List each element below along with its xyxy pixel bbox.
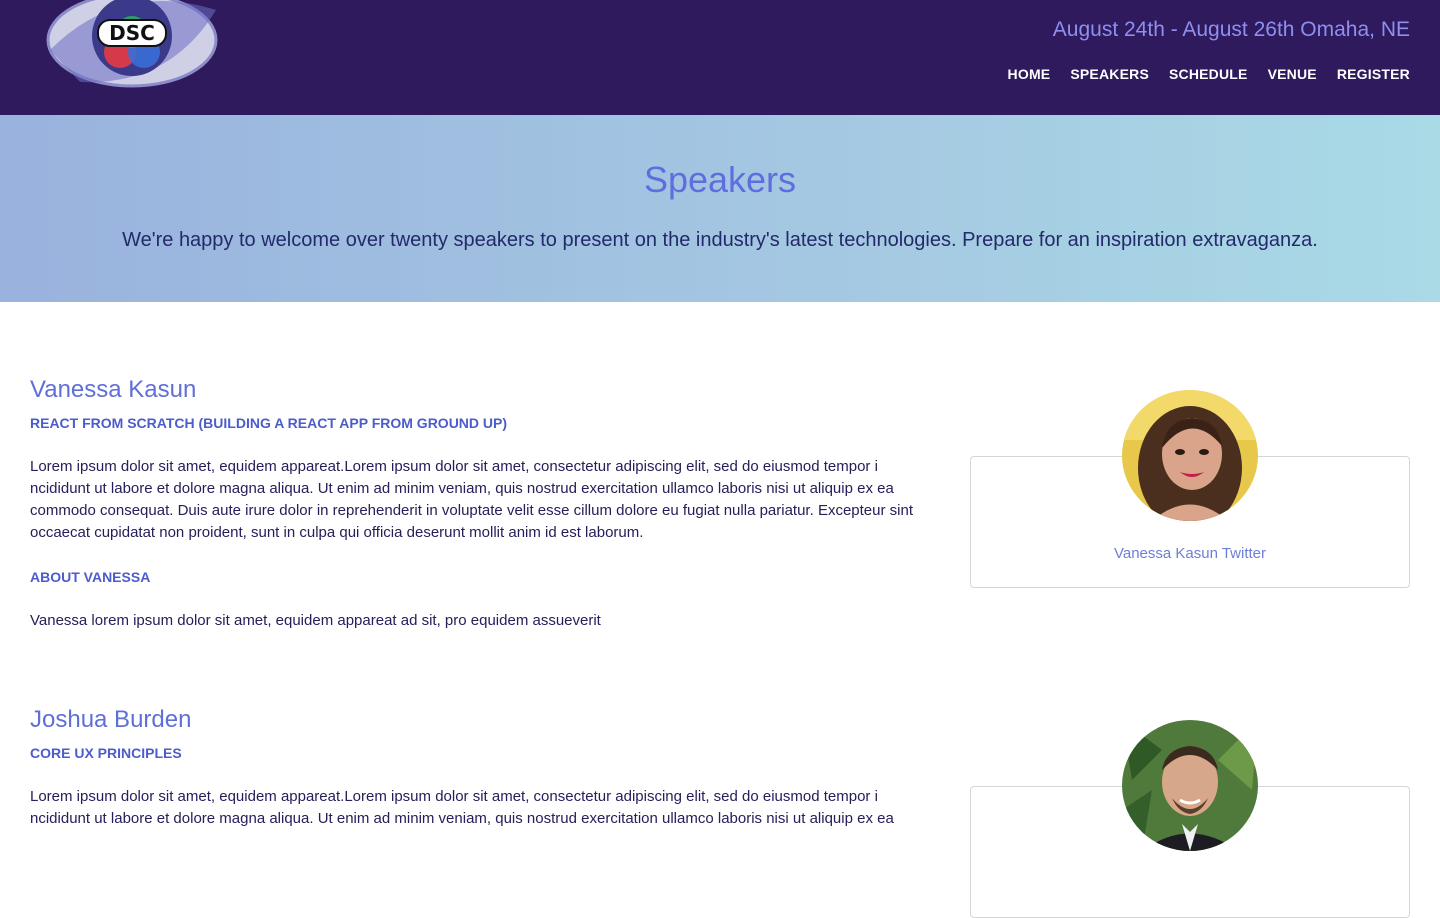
talk-title: REACT FROM SCRATCH (BUILDING A REACT APP… bbox=[30, 415, 508, 431]
speaker-avatar bbox=[1122, 390, 1258, 521]
main-nav: HOME SPEAKERS SCHEDULE VENUE REGISTER bbox=[1008, 66, 1410, 82]
talk-description: Lorem ipsum dolor sit amet, equidem appa… bbox=[30, 788, 894, 827]
about-text: Vanessa lorem ipsum dolor sit amet, equi… bbox=[30, 612, 601, 629]
twitter-link[interactable]: Vanessa Kasun Twitter bbox=[971, 545, 1409, 562]
nav-schedule[interactable]: SCHEDULE bbox=[1169, 66, 1248, 82]
nav-speakers[interactable]: SPEAKERS bbox=[1070, 66, 1149, 82]
page-subtitle: We're happy to welcome over twenty speak… bbox=[122, 229, 1318, 251]
page-title: Speakers bbox=[643, 159, 797, 200]
dsc-eye-logo[interactable]: DSC bbox=[40, 0, 220, 88]
about-heading: ABOUT VANESSA bbox=[30, 569, 151, 585]
site-header: DSC August 24th - August 26th Omaha, NE … bbox=[0, 0, 1440, 115]
nav-register[interactable]: REGISTER bbox=[1337, 66, 1410, 82]
speakers-hero: Speakers We're happy to welcome over twe… bbox=[0, 115, 1440, 302]
nav-home[interactable]: HOME bbox=[1008, 66, 1051, 82]
speaker-name: Joshua Burden bbox=[30, 706, 192, 733]
talk-title: CORE UX PRINCIPLES bbox=[30, 745, 182, 761]
logo-text: DSC bbox=[109, 21, 155, 45]
speaker-avatar bbox=[1122, 720, 1258, 851]
speaker-name: Vanessa Kasun bbox=[30, 376, 197, 403]
nav-venue[interactable]: VENUE bbox=[1268, 66, 1317, 82]
event-dates: August 24th - August 26th Omaha, NE bbox=[1052, 18, 1410, 41]
talk-description: Lorem ipsum dolor sit amet, equidem appa… bbox=[30, 458, 913, 541]
